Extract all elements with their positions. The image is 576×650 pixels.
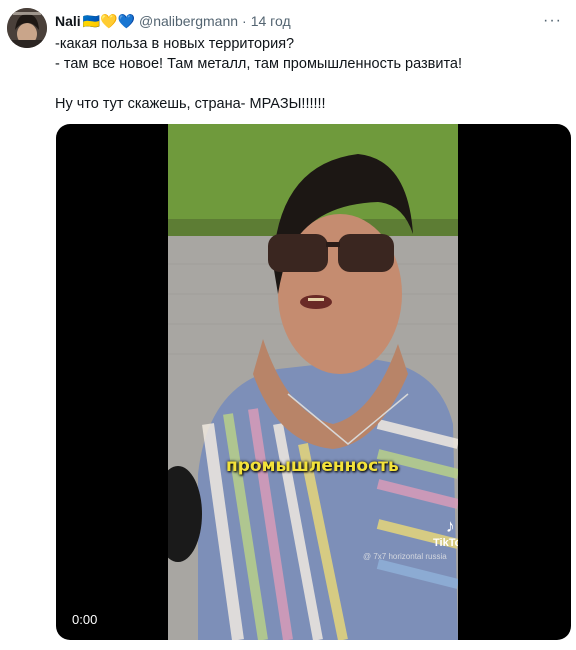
tiktok-label: TikTok: [433, 537, 458, 549]
video-player[interactable]: промышленность ♪ TikTok @ 7x7 horizontal…: [56, 124, 571, 640]
video-caption: промышленность: [226, 456, 399, 476]
avatar[interactable]: [7, 8, 47, 48]
tweet-text: -какая польза в новых территория? - там …: [55, 36, 463, 112]
tiktok-watermark: ♪ TikTok: [433, 516, 458, 549]
tiktok-icon: ♪: [445, 516, 455, 536]
separator-dot: ·: [242, 13, 247, 29]
user-handle[interactable]: @nalibergmann: [139, 13, 238, 29]
tweet: Nali 🇺🇦💛💙 @nalibergmann · 14 год ··· -ка…: [0, 0, 576, 650]
timestamp[interactable]: 14 год: [251, 13, 291, 29]
name-emojis: 🇺🇦💛💙: [82, 12, 135, 29]
avatar-image: [7, 8, 47, 48]
video-frame: промышленность ♪ TikTok @ 7x7 horizontal…: [168, 124, 458, 640]
video-watermark: @ 7x7 horizontal russia: [363, 552, 447, 561]
video-still-image: [168, 124, 458, 640]
more-options-icon[interactable]: ···: [543, 12, 562, 30]
display-name[interactable]: Nali: [55, 13, 81, 29]
video-timecode: 0:00: [72, 612, 98, 627]
tweet-header: Nali 🇺🇦💛💙 @nalibergmann · 14 год: [55, 11, 566, 31]
